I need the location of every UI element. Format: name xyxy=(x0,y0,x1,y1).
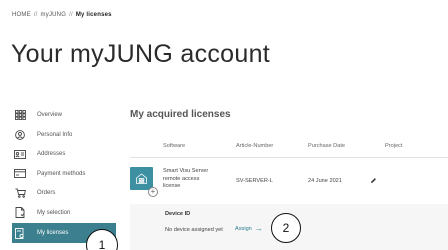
assign-label: Assign xyxy=(235,226,252,232)
account-sidebar: Overview Personal Info Addresses Payment… xyxy=(12,106,122,245)
cart-icon xyxy=(14,188,26,198)
callout-marker-2: 2 xyxy=(271,213,301,243)
breadcrumb-separator: // xyxy=(33,12,38,18)
device-status: No device assigned yet xyxy=(165,227,223,233)
column-header-project: Project xyxy=(385,143,403,149)
credit-card-icon xyxy=(14,169,26,179)
grid-icon xyxy=(14,110,26,120)
document-icon xyxy=(14,207,26,218)
sidebar-item-label: Payment methods xyxy=(37,170,86,177)
sidebar-item-label: Overview xyxy=(37,112,63,118)
breadcrumb: HOME//myJUNG//My licenses xyxy=(12,12,112,18)
sidebar-item-label: Addresses xyxy=(37,151,66,157)
header-divider xyxy=(130,157,448,158)
sidebar-item-personal-info[interactable]: Personal Info xyxy=(12,126,122,144)
assign-link[interactable]: Assign → xyxy=(235,224,263,233)
device-id-label: Device ID xyxy=(165,211,191,217)
software-thumbnail xyxy=(130,167,153,190)
sidebar-item-addresses[interactable]: Addresses xyxy=(12,145,122,163)
licenses-table-header: Software Article-Number Purchase Date Pr… xyxy=(130,141,448,155)
purchase-date: 24 June 2021 xyxy=(308,178,342,184)
breadcrumb-current: My licenses xyxy=(75,12,112,18)
page-title: Your myJUNG account xyxy=(11,40,271,68)
arrow-right-icon: → xyxy=(254,224,263,233)
expand-plus-icon[interactable]: + xyxy=(148,187,158,197)
sidebar-item-overview[interactable]: Overview xyxy=(12,106,122,124)
sidebar-item-label: Orders xyxy=(37,190,56,196)
column-header-article-number: Article-Number xyxy=(236,143,274,149)
article-number: SV-SERVER-L xyxy=(236,178,273,184)
server-icon xyxy=(136,173,147,184)
sidebar-item-orders[interactable]: Orders xyxy=(12,184,122,202)
table-row: + Smart Visu Server remote access licens… xyxy=(130,163,448,203)
edit-project-pencil-icon[interactable] xyxy=(370,177,377,186)
sidebar-item-my-selection[interactable]: My selection xyxy=(12,204,122,222)
sidebar-item-label: My selection xyxy=(37,209,71,216)
breadcrumb-home-link[interactable]: HOME xyxy=(12,12,31,18)
sidebar-item-label: Personal Info xyxy=(37,131,73,138)
column-header-purchase-date: Purchase Date xyxy=(308,143,346,149)
sidebar-item-payment-methods[interactable]: Payment methods xyxy=(12,165,122,183)
license-icon xyxy=(14,227,26,239)
breadcrumb-myjung-link[interactable]: myJUNG xyxy=(41,12,67,18)
user-icon xyxy=(14,129,26,140)
column-header-software: Software xyxy=(163,143,186,149)
breadcrumb-separator: // xyxy=(69,12,73,18)
sidebar-item-label: My licenses xyxy=(37,230,69,236)
section-title: My acquired licenses xyxy=(130,109,231,120)
address-card-icon xyxy=(14,149,26,159)
software-name: Smart Visu Server remote access license xyxy=(163,168,209,189)
